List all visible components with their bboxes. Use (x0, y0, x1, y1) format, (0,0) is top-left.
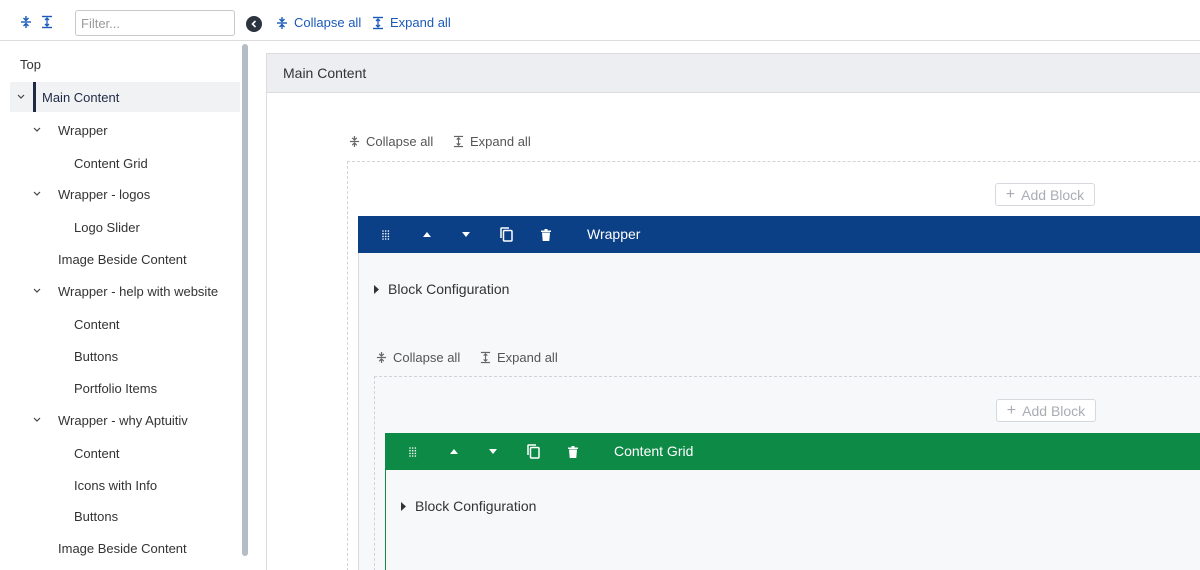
add-block-button[interactable]: + Add Block (996, 399, 1096, 422)
tree-item-label: Image Beside Content (58, 540, 187, 556)
collapse-icon (277, 16, 287, 29)
copy-icon[interactable] (494, 216, 518, 253)
collapse-all-label: Collapse all (366, 134, 434, 149)
expand-icon (373, 16, 383, 29)
trash-icon[interactable] (561, 433, 585, 470)
tree-item-label: Wrapper - help with website (58, 283, 219, 299)
expand-icon (42, 15, 52, 29)
copy-icon[interactable] (521, 433, 545, 470)
expand-all-label: Expand all (390, 15, 451, 30)
block-body: Block Configuration Collapse all Expand … (358, 253, 1200, 570)
tree-item-icons-with-info[interactable]: Icons with Info (10, 470, 240, 500)
tree-item-label: Main Content (42, 89, 120, 105)
tree-item-label: Top (20, 56, 41, 72)
tree-item-label: Content (74, 445, 120, 461)
block-content-grid: Content Grid Block Configuration (385, 433, 1200, 570)
expand-icon (453, 135, 464, 148)
tree-item-label: Content (74, 316, 120, 332)
expand-all-icon-button[interactable] (40, 14, 54, 30)
block-toolbar: Content Grid (385, 433, 1200, 470)
add-block-label: Add Block (1021, 186, 1085, 203)
tree-item-wrapper-help[interactable]: Wrapper - help with website (10, 276, 240, 306)
block-configuration-label: Block Configuration (388, 281, 510, 297)
top-toolbar: Collapse all Expand all (0, 0, 1200, 41)
chevron-down-icon[interactable] (32, 125, 42, 135)
main-panel-header: Main Content (267, 54, 1200, 93)
tree-item-label: Image Beside Content (58, 251, 187, 267)
add-block-label: Add Block (1022, 402, 1086, 419)
filter-input[interactable] (75, 10, 235, 36)
collapse-icon (349, 136, 360, 147)
block-configuration-label: Block Configuration (415, 498, 537, 514)
chevron-down-icon[interactable] (16, 92, 26, 102)
collapse-icon (376, 352, 387, 363)
chevron-down-icon[interactable] (32, 415, 42, 425)
chevron-down-icon[interactable] (32, 189, 42, 199)
collapse-all-label: Collapse all (393, 350, 461, 365)
collapse-all-link[interactable]: Collapse all (276, 15, 361, 30)
tree-item-label: Buttons (74, 508, 119, 524)
block-toolbar: Wrapper (358, 216, 1200, 253)
tree-item-label: Portfolio Items (74, 380, 158, 396)
move-up-icon[interactable] (415, 216, 439, 253)
sidebar-scrollbar[interactable] (242, 44, 248, 556)
expand-icon (480, 351, 491, 364)
collapse-all-icon-button[interactable] (19, 14, 33, 30)
block-title: Content Grid (614, 443, 694, 459)
drag-handle-icon[interactable] (401, 433, 425, 470)
tree-item-buttons[interactable]: Buttons (10, 501, 240, 531)
expand-all-link[interactable]: Expand all (453, 134, 531, 149)
tree-item-label: Icons with Info (74, 477, 158, 493)
tree-item-label: Content Grid (74, 155, 148, 171)
tree-item-content[interactable]: Content (10, 438, 240, 468)
collapse-all-label: Collapse all (294, 15, 362, 30)
tree-item-label: Buttons (74, 348, 119, 364)
collapse-all-link[interactable]: Collapse all (349, 134, 433, 149)
collapse-all-link[interactable]: Collapse all (376, 350, 460, 365)
add-block-button[interactable]: + Add Block (995, 183, 1095, 206)
tree-item-label: Wrapper - why Aptuitiv (58, 412, 188, 428)
collapse-sidebar-button[interactable] (246, 16, 262, 32)
tree-item-wrapper-logos[interactable]: Wrapper - logos (10, 179, 240, 209)
move-up-icon[interactable] (442, 433, 466, 470)
tree-item-wrapper[interactable]: Wrapper (10, 115, 240, 145)
expand-all-label: Expand all (470, 134, 531, 149)
active-indicator (33, 82, 36, 112)
expand-all-link[interactable]: Expand all (372, 15, 451, 30)
chevron-left-icon (251, 20, 257, 28)
sidebar-tree: Top Main Content Wrapper Content Grid Wr… (0, 41, 252, 570)
chevron-down-icon[interactable] (32, 286, 42, 296)
trash-icon[interactable] (534, 216, 558, 253)
tree-item-wrapper-why[interactable]: Wrapper - why Aptuitiv (10, 405, 240, 435)
expand-all-label: Expand all (497, 350, 558, 365)
main-panel: Main Content Collapse all Expand all + A… (266, 53, 1200, 570)
expand-all-link[interactable]: Expand all (480, 350, 558, 365)
tree-item-image-beside-content[interactable]: Image Beside Content (10, 244, 240, 274)
tree-item-label: Wrapper - logos (58, 186, 151, 202)
collapse-icon (21, 16, 31, 28)
move-down-icon[interactable] (454, 216, 478, 253)
tree-item-image-beside-content[interactable]: Image Beside Content (10, 533, 240, 563)
tree-item-label: Wrapper (58, 122, 108, 138)
plus-icon: + (1006, 401, 1017, 419)
tree-item-content-grid[interactable]: Content Grid (10, 148, 240, 178)
tree-item-content[interactable]: Content (10, 309, 240, 339)
block-wrapper: Wrapper Block Configuration Collapse all… (358, 216, 1200, 570)
block-title: Wrapper (587, 226, 641, 242)
caret-right-icon (401, 501, 406, 511)
plus-icon: + (1005, 185, 1016, 203)
drag-handle-icon[interactable] (374, 216, 398, 253)
block-configuration-toggle[interactable]: Block Configuration (401, 498, 536, 514)
tree-item-buttons[interactable]: Buttons (10, 341, 240, 371)
tree-item-portfolio-items[interactable]: Portfolio Items (10, 373, 240, 403)
block-body: Block Configuration (385, 470, 1200, 570)
move-down-icon[interactable] (481, 433, 505, 470)
caret-right-icon (374, 284, 379, 294)
main-panel-title: Main Content (283, 65, 367, 81)
tree-item-main-content[interactable]: Main Content (10, 82, 240, 112)
tree-item-logo-slider[interactable]: Logo Slider (10, 212, 240, 242)
tree-item-label: Logo Slider (74, 219, 140, 235)
tree-item-top[interactable]: Top (10, 49, 240, 79)
block-configuration-toggle[interactable]: Block Configuration (374, 281, 509, 297)
